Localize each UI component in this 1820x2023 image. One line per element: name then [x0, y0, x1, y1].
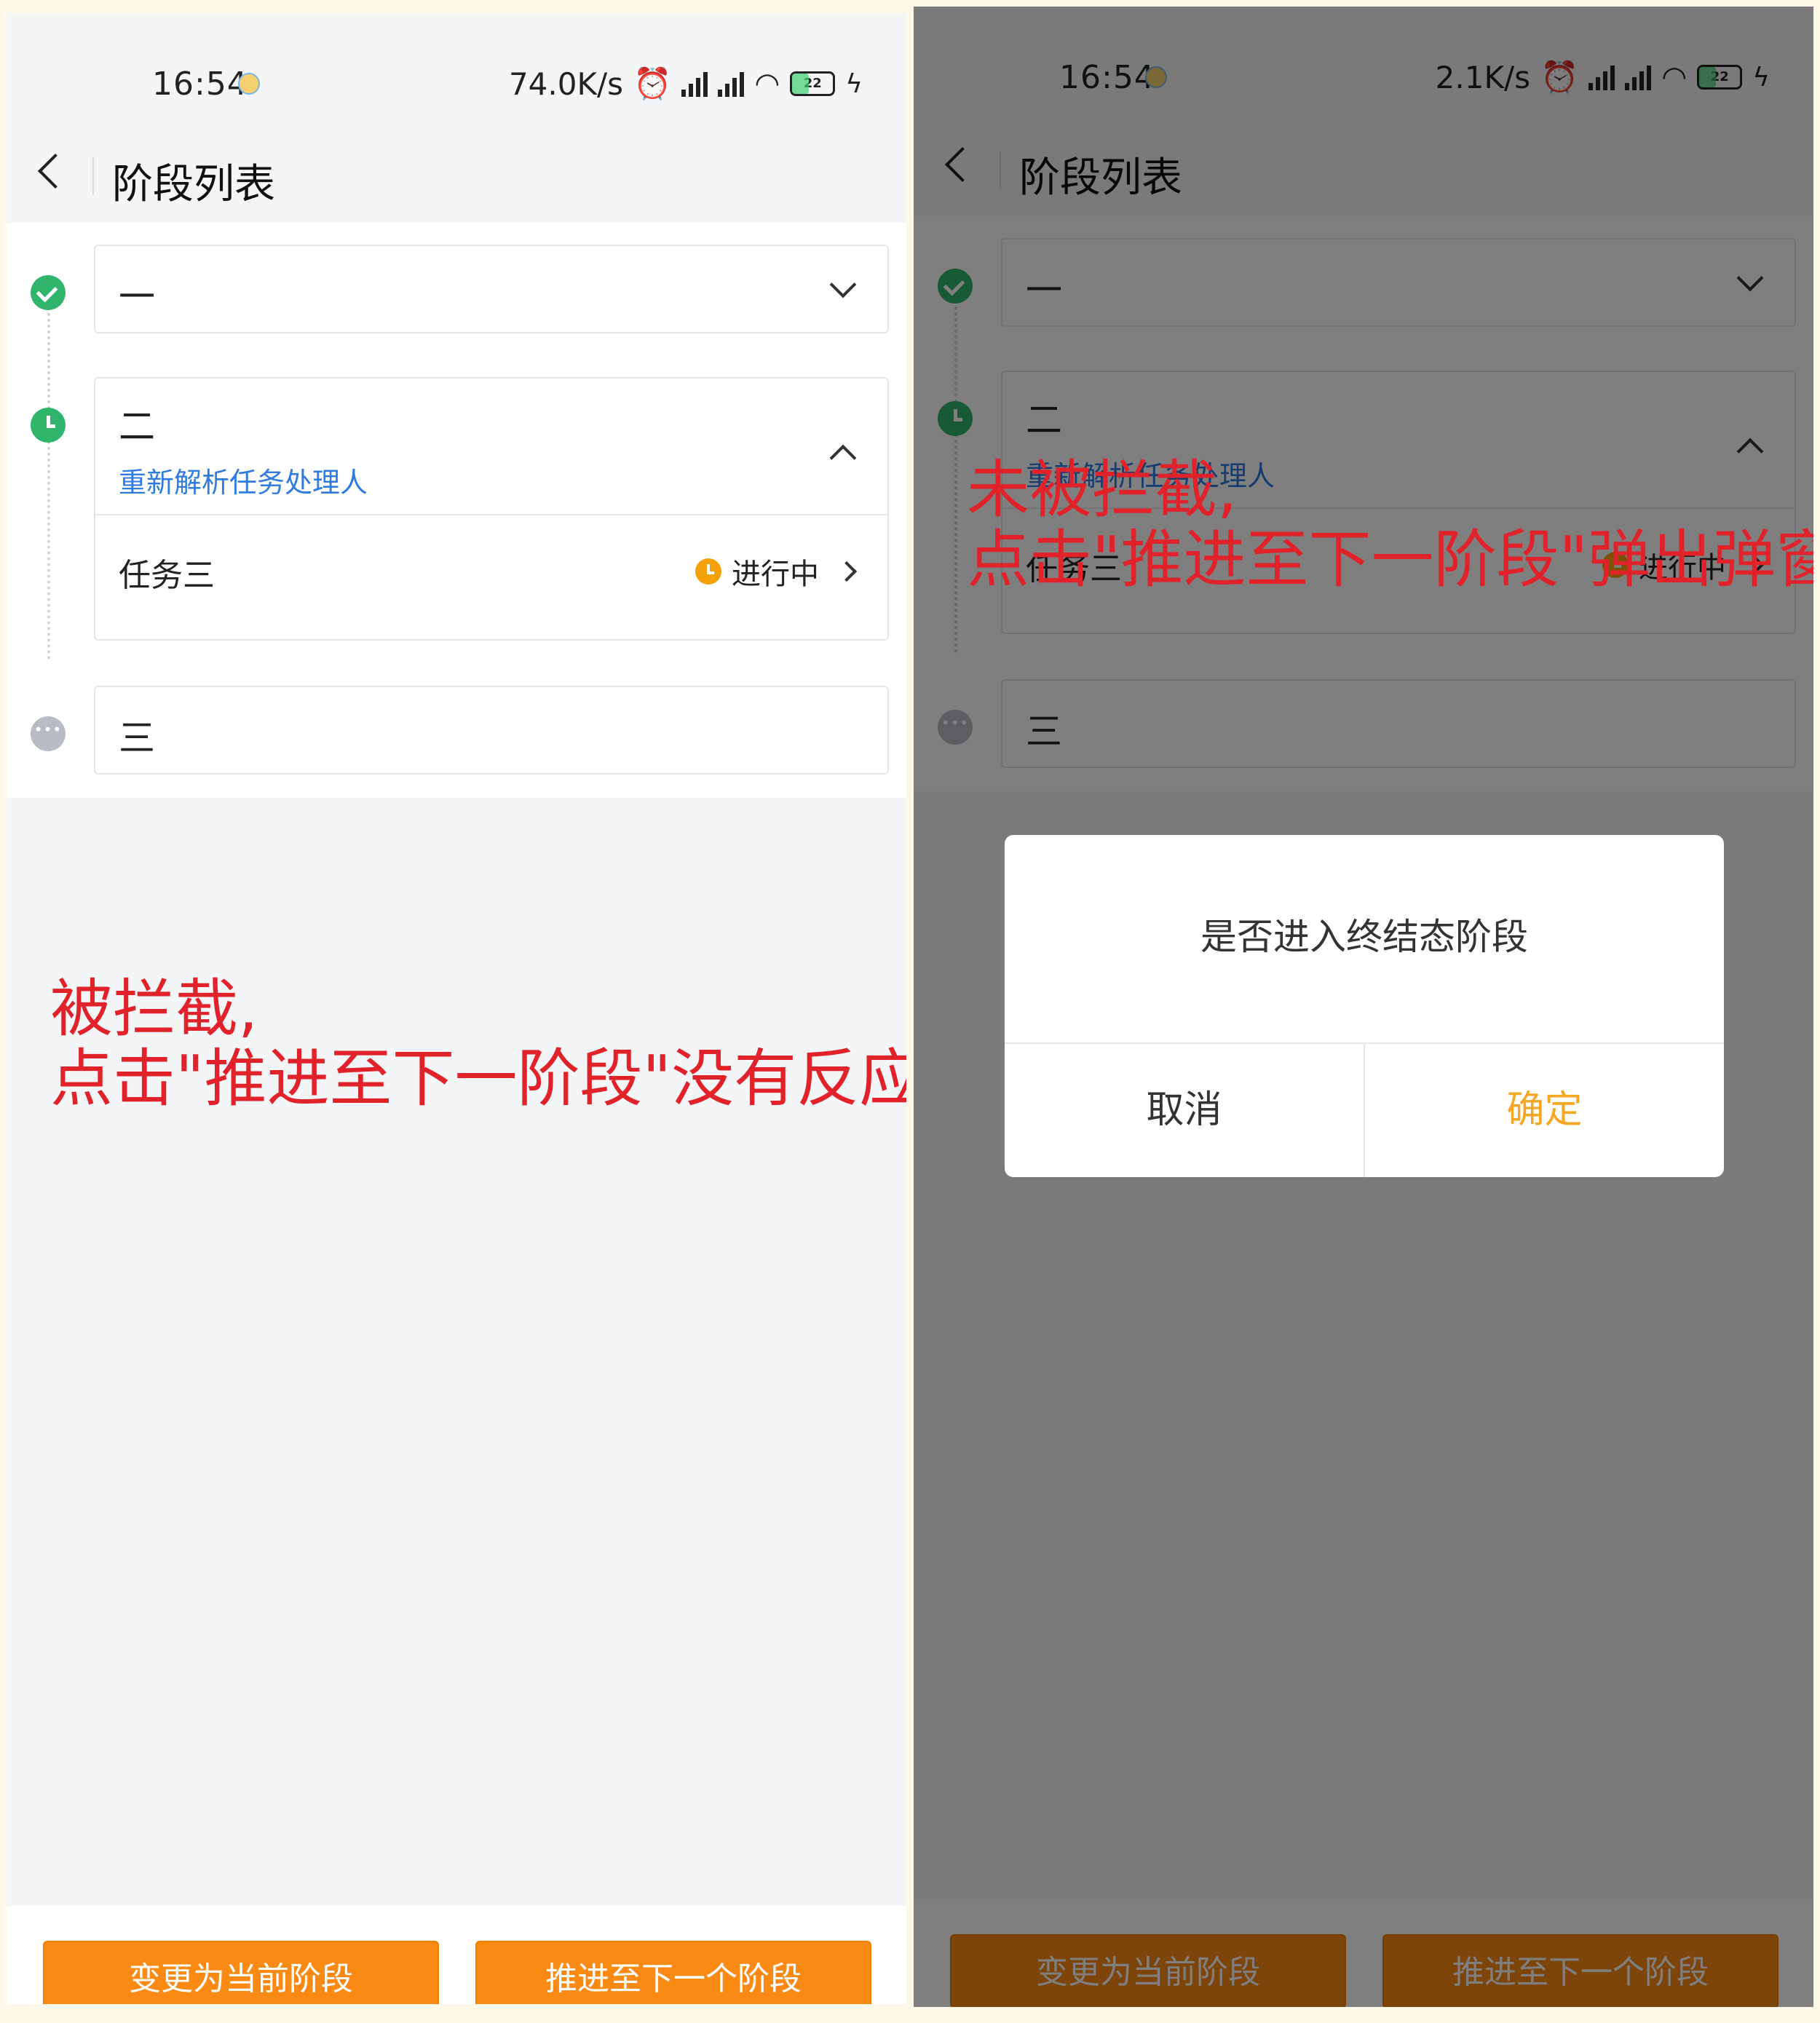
annotation-line-1: 未被拦截,	[967, 454, 1238, 526]
annotation-line-2: 点击"推进至下一阶段"弹出弹窗	[967, 523, 1813, 596]
chevron-right-icon	[836, 561, 858, 582]
timeline-line	[47, 296, 50, 660]
stage-card-3[interactable]: 三	[94, 686, 889, 775]
stage-card-2[interactable]: 二 重新解析任务处理人 任务三 进行中	[94, 377, 889, 641]
phone-screen-left: 16:54 74.0K/s ⏰ ◠ 22 ϟ 阶段列表 一 二 重新解析任务处理…	[7, 13, 906, 2004]
cancel-button[interactable]: 取消	[1005, 1044, 1364, 1177]
stage-name: 三	[119, 717, 155, 759]
annotation: 被拦截, 点击"推进至下一阶段"没有反应	[50, 974, 906, 1114]
stage-name: 二	[119, 405, 155, 448]
task-status-label: 进行中	[732, 558, 819, 591]
signal-icon-2	[718, 71, 745, 97]
status-bar: 16:54 74.0K/s ⏰ ◠ 22 ϟ	[7, 13, 906, 144]
chevron-down-icon[interactable]	[829, 271, 857, 298]
task-status[interactable]: 进行中	[695, 550, 858, 593]
notification-icon	[238, 73, 260, 95]
dialog-message: 是否进入终结态阶段	[1200, 916, 1528, 958]
chevron-up-icon[interactable]	[829, 444, 857, 472]
reassign-handler-link[interactable]: 重新解析任务处理人	[119, 460, 368, 500]
stage-card-1[interactable]: 一	[94, 245, 889, 333]
stage-active-icon	[31, 408, 66, 443]
bottom-action-bar: 变更为当前阶段 推进至下一个阶段	[7, 1906, 906, 2004]
status-time: 16:54	[152, 66, 248, 103]
confirm-dialog: 是否进入终结态阶段 取消 确定	[1005, 835, 1724, 1177]
divider	[95, 514, 887, 515]
confirm-button[interactable]: 确定	[1365, 1044, 1724, 1177]
charging-icon: ϟ	[845, 68, 863, 99]
back-arrow-icon[interactable]	[37, 153, 74, 189]
change-to-current-stage-button[interactable]: 变更为当前阶段	[43, 1941, 439, 2004]
stage-list: 一 二 重新解析任务处理人 任务三 进行中 三	[7, 223, 906, 798]
annotation-line-1: 被拦截,	[50, 973, 258, 1045]
title-divider	[92, 157, 94, 195]
battery-icon: 22	[790, 71, 836, 96]
annotation-line-2: 点击"推进至下一阶段"没有反应	[50, 1042, 906, 1115]
page-title: 阶段列表	[112, 161, 275, 208]
stage-pending-icon	[31, 716, 66, 751]
stage-name: 一	[119, 276, 155, 318]
advance-next-stage-button[interactable]: 推进至下一个阶段	[475, 1941, 871, 2004]
alarm-icon: ⏰	[633, 66, 672, 101]
signal-icon	[681, 71, 708, 97]
network-speed: 74.0K/s	[508, 66, 624, 102]
stage-done-icon	[31, 275, 66, 310]
wifi-icon: ◠	[754, 67, 780, 100]
in-progress-icon	[695, 558, 721, 585]
phone-screen-right: 16:54 2.1K/s ⏰ ◠ 22 ϟ 阶段列表 一 二 重新解析任务处理人	[914, 7, 1813, 2007]
annotation: 未被拦截, 点击"推进至下一阶段"弹出弹窗	[967, 455, 1813, 595]
title-bar: 阶段列表	[7, 130, 906, 224]
task-name[interactable]: 任务三	[119, 549, 215, 595]
